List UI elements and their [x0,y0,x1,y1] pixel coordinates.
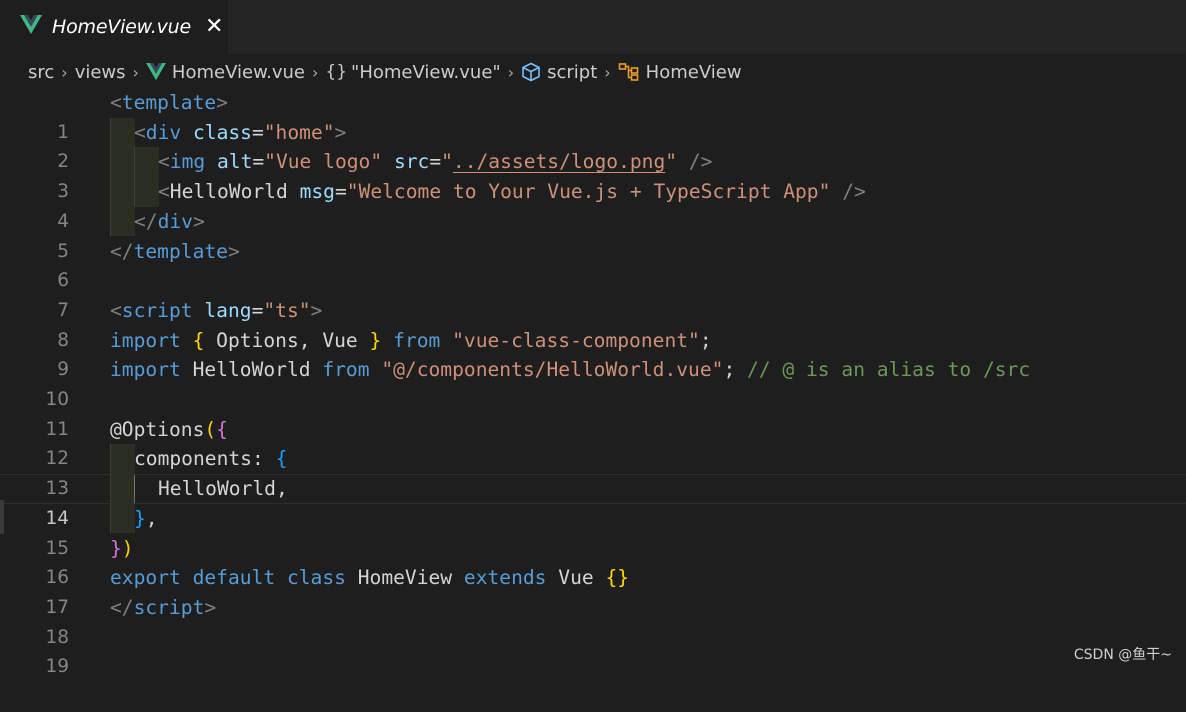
class-icon [618,62,640,82]
code-line: 5 </div> [0,207,1186,262]
chevron-right-icon: › [312,62,319,82]
braces-icon: {} [325,62,348,82]
code-text: }) [110,536,134,560]
code-line: 8 <script lang="ts"> [0,296,1186,351]
code-text: @Options({ [110,417,228,441]
code-text: export default class HomeView extends Vu… [110,566,630,590]
code-line-current: 14 HelloWorld, [0,474,1186,529]
code-line: 3 <img alt="Vue logo" src="../assets/log… [0,147,1186,202]
code-line: 4 <HelloWorld msg="Welcome to Your Vue.j… [0,177,1186,232]
code-line: 12 @Options({ [0,415,1186,470]
breadcrumb-item-class[interactable]: HomeView [646,62,742,83]
code-text: <template> [110,91,228,114]
code-line: 11 [0,385,1186,440]
gutter-edge-marker [0,500,4,534]
code-text: </template> [110,239,240,263]
code-line: 9 import { Options, Vue } from "vue-clas… [0,326,1186,381]
code-line: 7 [0,266,1186,321]
vue-logo-icon [146,63,166,81]
code-editor[interactable]: 1 <template> 2 <div class="home"> 3 <img… [0,88,1186,677]
breadcrumb-item-src[interactable]: src [28,62,54,83]
code-line: 6 </template> [0,237,1186,292]
code-text: components: { [134,447,288,471]
code-text: <div class="home"> [134,120,347,144]
tab-homeview[interactable]: HomeView.vue ✕ [0,0,228,54]
code-text: <script lang="ts"> [110,298,323,322]
code-text: <HelloWorld msg="Welcome to Your Vue.js … [158,180,866,204]
breadcrumb-item-module[interactable]: "HomeView.vue" [351,62,501,83]
tab-label: HomeView.vue [52,16,192,38]
chevron-right-icon: › [132,62,139,82]
code-line: 2 <div class="home"> [0,118,1186,173]
code-line: 18 </script> [0,593,1186,648]
chevron-right-icon: › [61,62,68,82]
breadcrumb-item-file[interactable]: HomeView.vue [172,62,305,83]
watermark: CSDN @鱼干~ [1073,647,1172,663]
cube-icon [521,62,541,82]
code-line: 10 import HelloWorld from "@/components/… [0,355,1186,410]
code-line: 13 components: { [0,444,1186,499]
code-text: </script> [110,595,217,619]
code-line: 17 export default class HomeView extends… [0,563,1186,618]
vue-logo-icon [20,15,42,39]
code-text: }, [134,506,158,530]
close-icon[interactable]: ✕ [205,16,223,38]
breadcrumb-item-script[interactable]: script [547,62,597,83]
chevron-right-icon: › [604,62,611,82]
code-line: 16 }) [0,534,1186,589]
path-link[interactable]: ../assets/logo.png [453,150,665,173]
code-text: </div> [134,209,205,233]
code-line: 15 }, [0,504,1186,559]
code-text: HelloWorld, [158,477,288,501]
code-text: <img alt="Vue logo" src="../assets/logo.… [158,150,713,174]
chevron-right-icon: › [507,62,515,82]
line-number: 19 [45,656,69,678]
code-text: import HelloWorld from "@/components/Hel… [110,358,1031,382]
breadcrumb: src › views › HomeView.vue › {} "HomeVie… [0,56,1186,88]
code-line: 1 <template> [0,88,1186,143]
code-line: 19 [0,623,1186,677]
tab-bar: HomeView.vue ✕ [0,0,1186,54]
breadcrumb-item-views[interactable]: views [75,62,126,83]
code-text: import { Options, Vue } from "vue-class-… [110,328,712,352]
